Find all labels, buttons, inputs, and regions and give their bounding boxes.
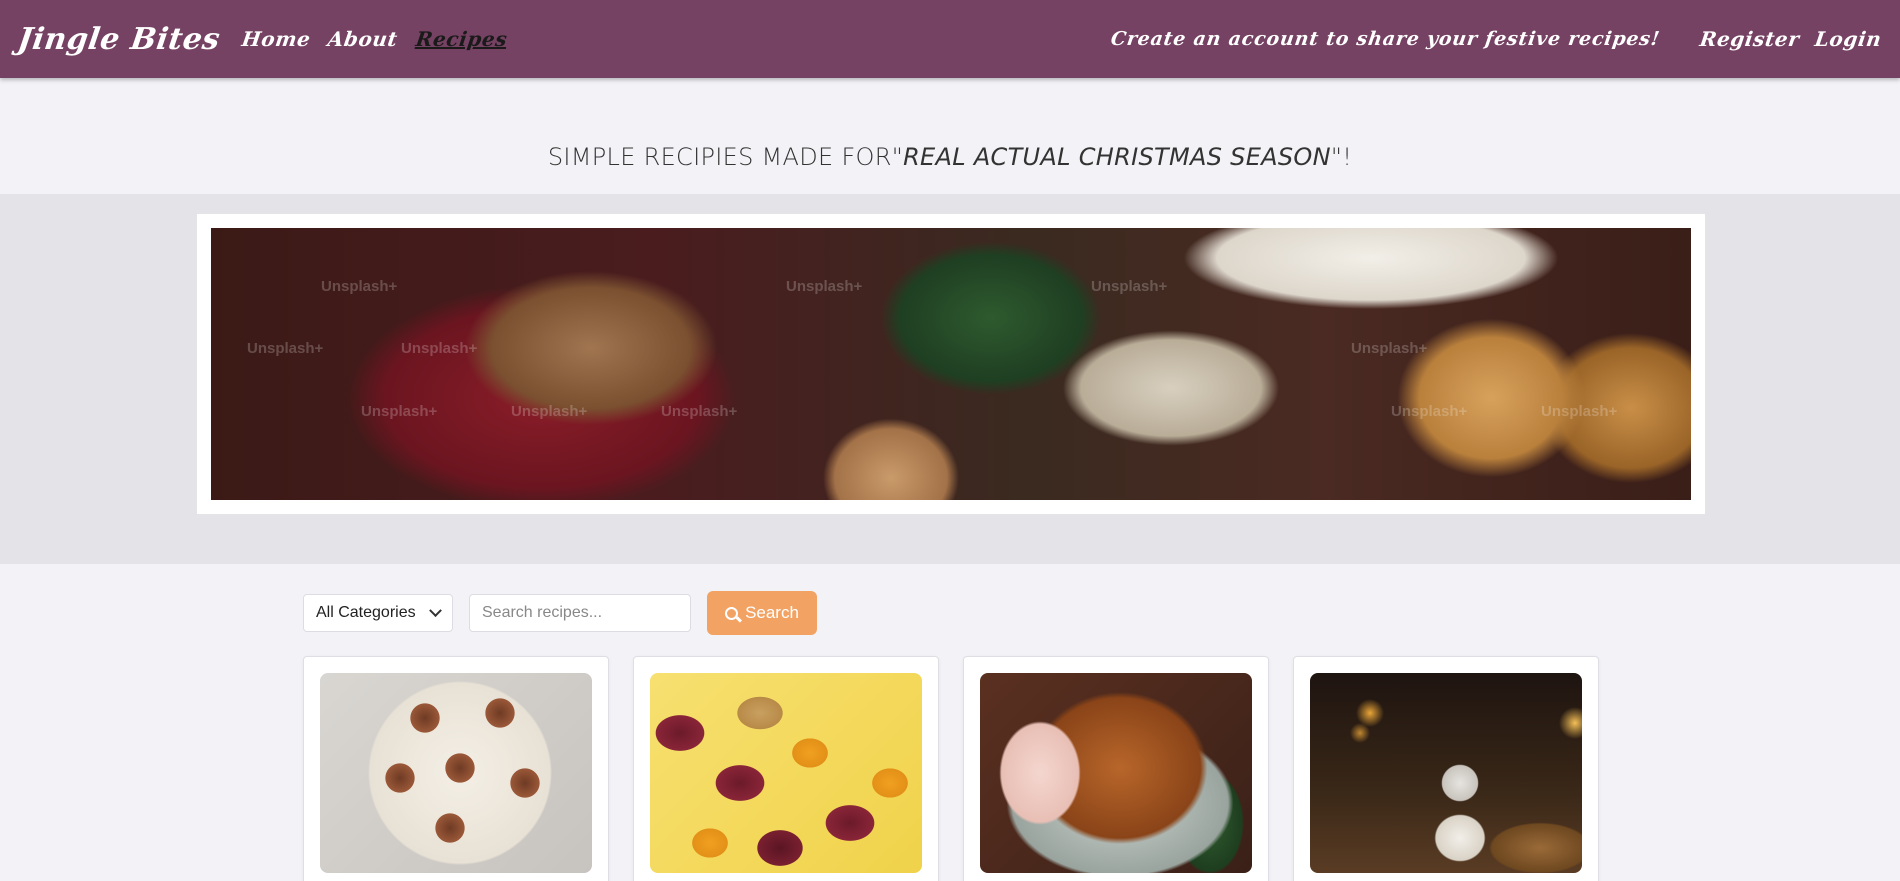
search-button-label: Search <box>745 603 799 622</box>
brand-logo[interactable]: Jingle Bites <box>16 22 223 57</box>
recipe-filter-bar: All Categories Search <box>303 591 817 635</box>
watermark-text: Unsplash+ <box>511 403 588 420</box>
headline-emphasis: REAL ACTUAL CHRISTMAS SEASON <box>903 143 1331 171</box>
nav-link-register[interactable]: Register <box>1698 27 1801 51</box>
recipe-card[interactable] <box>633 656 939 881</box>
search-input[interactable] <box>469 594 691 632</box>
recipe-card-grid <box>303 656 1623 881</box>
hero-banner: Unsplash+ Unsplash+ Unsplash+ Unsplash+ … <box>197 214 1705 514</box>
hero-image-christmas-feast: Unsplash+ Unsplash+ Unsplash+ Unsplash+ … <box>211 228 1691 500</box>
headline-prefix: SIMPLE RECIPIES MADE FOR" <box>547 143 904 171</box>
recipe-card[interactable] <box>1293 656 1599 881</box>
watermark-text: Unsplash+ <box>661 403 738 420</box>
recipe-card[interactable] <box>303 656 609 881</box>
recipe-image-pigs-in-blankets[interactable] <box>320 673 592 873</box>
search-icon <box>725 606 739 620</box>
nav-link-home[interactable]: Home <box>240 27 312 51</box>
account-promo-text: Create an account to share your festive … <box>1109 28 1662 50</box>
nav-right-group: Create an account to share your festive … <box>1109 27 1884 51</box>
chevron-down-icon <box>429 603 442 617</box>
watermark-text: Unsplash+ <box>1091 278 1168 295</box>
search-button[interactable]: Search <box>707 591 817 635</box>
recipe-card[interactable] <box>963 656 1269 881</box>
recipe-image-fruit-custard[interactable] <box>650 673 922 873</box>
top-navbar: Jingle Bites Home About Recipes Create a… <box>0 0 1900 78</box>
watermark-text: Unsplash+ <box>401 340 478 357</box>
nav-link-about[interactable]: About <box>327 27 400 51</box>
watermark-text: Unsplash+ <box>1351 340 1428 357</box>
recipe-image-star-cupcake[interactable] <box>1310 673 1582 873</box>
headline-suffix: "! <box>1330 143 1353 171</box>
category-select-value: All Categories <box>316 604 416 621</box>
nav-left-group: Jingle Bites Home About Recipes <box>16 22 525 57</box>
recipe-image-roast-turkey[interactable] <box>980 673 1252 873</box>
category-select[interactable]: All Categories <box>303 594 453 632</box>
watermark-text: Unsplash+ <box>361 403 438 420</box>
watermark-text: Unsplash+ <box>1391 403 1468 420</box>
watermark-text: Unsplash+ <box>1541 403 1618 420</box>
watermark-text: Unsplash+ <box>321 278 398 295</box>
watermark-text: Unsplash+ <box>786 278 863 295</box>
watermark-text: Unsplash+ <box>247 340 324 357</box>
nav-link-login[interactable]: Login <box>1814 27 1884 51</box>
nav-link-recipes[interactable]: Recipes <box>414 27 509 51</box>
page-headline: SIMPLE RECIPIES MADE FOR"REAL ACTUAL CHR… <box>0 143 1900 171</box>
